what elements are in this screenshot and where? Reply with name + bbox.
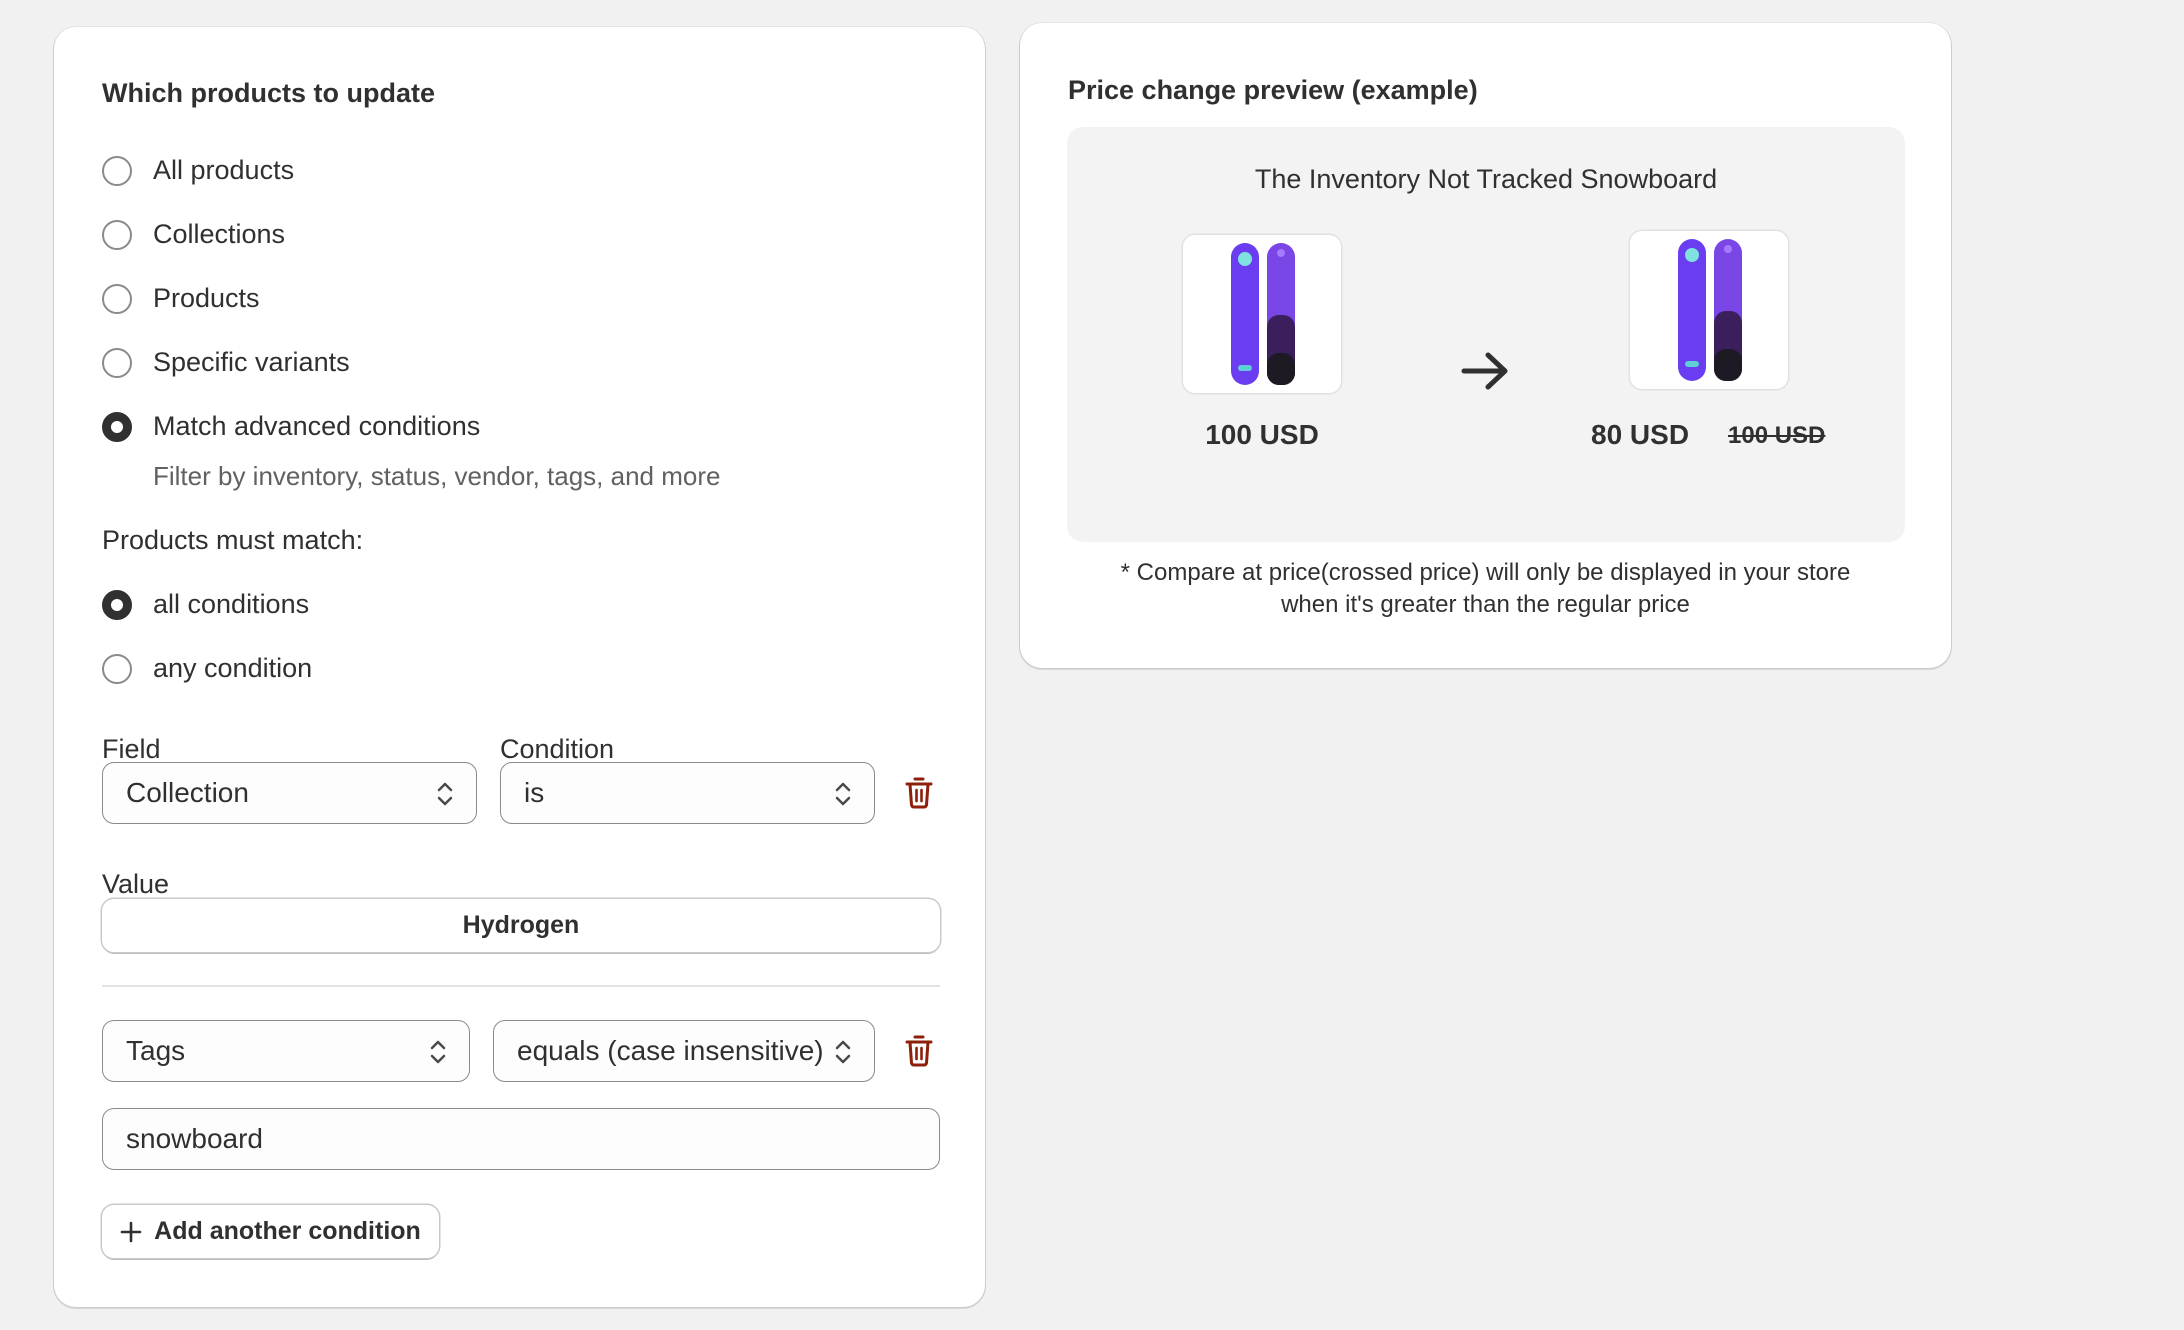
value-label: Value <box>102 869 170 899</box>
field-label: Field <box>102 734 161 764</box>
radio-circle-selected[interactable] <box>102 589 132 620</box>
field-select-value: Collection <box>126 777 249 808</box>
radio-specific-variants[interactable]: Specific variants <box>102 347 350 378</box>
radio-products[interactable]: Products <box>102 283 260 314</box>
radio-label: Specific variants <box>153 347 350 377</box>
radio-label: Collections <box>153 219 286 249</box>
radio-circle[interactable] <box>102 283 132 314</box>
chevron-up-down-icon <box>835 782 851 806</box>
field-select-1[interactable]: Collection <box>102 762 477 824</box>
field-select-2[interactable]: Tags <box>102 1020 470 1082</box>
chevron-up-down-icon <box>437 782 453 806</box>
radio-match-advanced-conditions[interactable]: Match advanced conditions <box>102 411 480 442</box>
radio-label: any condition <box>153 653 313 683</box>
condition-label: Condition <box>500 734 615 764</box>
radio-label: All products <box>153 155 295 185</box>
radio-circle[interactable] <box>102 155 132 186</box>
compare-at-price: 100 USD <box>1728 422 1826 449</box>
condition-select-value: is <box>524 777 545 808</box>
arrow-right-icon <box>1461 352 1508 390</box>
value-picker-button[interactable]: Hydrogen <box>102 899 940 952</box>
radio-any-condition[interactable]: any condition <box>102 653 312 684</box>
note-line-1: * Compare at price(crossed price) will o… <box>1120 559 1851 586</box>
price-change-preview-card: Price change preview (example) The Inven… <box>1020 23 1951 668</box>
before-price: 100 USD <box>1205 419 1319 450</box>
field-select-value: Tags <box>126 1035 186 1066</box>
product-image-before <box>1183 235 1341 393</box>
radio-label: all conditions <box>153 589 310 619</box>
preview-title: Price change preview (example) <box>1068 75 1478 105</box>
add-condition-label: Add another condition <box>154 1217 421 1245</box>
radio-label: Products <box>153 283 260 313</box>
add-another-condition-button[interactable]: Add another condition <box>102 1205 439 1258</box>
product-image-after <box>1630 231 1788 389</box>
advanced-conditions-help-text: Filter by inventory, status, vendor, tag… <box>153 461 721 491</box>
radio-all-conditions[interactable]: all conditions <box>102 589 309 620</box>
radio-label: Match advanced conditions <box>153 411 481 441</box>
tag-value-text: snowboard <box>126 1123 263 1154</box>
plus-icon <box>120 1221 142 1242</box>
section-title: Which products to update <box>102 78 435 108</box>
radio-collections[interactable]: Collections <box>102 219 285 250</box>
trash-icon[interactable] <box>904 1034 934 1068</box>
radio-circle[interactable] <box>102 219 132 250</box>
condition-select-value: equals (case insensitive) <box>517 1035 824 1066</box>
radio-circle-selected[interactable] <box>102 411 132 442</box>
tag-value-input[interactable]: snowboard <box>102 1108 940 1170</box>
radio-circle[interactable] <box>102 347 132 378</box>
note-line-2: when it's greater than the regular price <box>1281 591 1690 618</box>
condition-select-2[interactable]: equals (case insensitive) <box>493 1020 875 1082</box>
products-must-match-label: Products must match: <box>102 525 364 555</box>
products-to-update-card: Which products to update All products Co… <box>54 27 985 1307</box>
chevron-up-down-icon <box>835 1040 851 1064</box>
trash-icon[interactable] <box>904 776 934 810</box>
condition-select-1[interactable]: is <box>500 762 875 824</box>
chevron-up-down-icon <box>430 1040 446 1064</box>
radio-circle[interactable] <box>102 653 132 684</box>
preview-box: The Inventory Not Tracked Snowboard 100 … <box>1067 127 1905 542</box>
snowboard-image <box>1678 239 1742 381</box>
after-price: 80 USD <box>1591 419 1690 450</box>
radio-all-products[interactable]: All products <box>102 155 294 186</box>
condition-divider <box>102 985 940 987</box>
product-name: The Inventory Not Tracked Snowboard <box>1254 164 1718 194</box>
snowboard-image <box>1231 243 1295 385</box>
compare-at-note: * Compare at price(crossed price) will o… <box>1060 557 1911 621</box>
